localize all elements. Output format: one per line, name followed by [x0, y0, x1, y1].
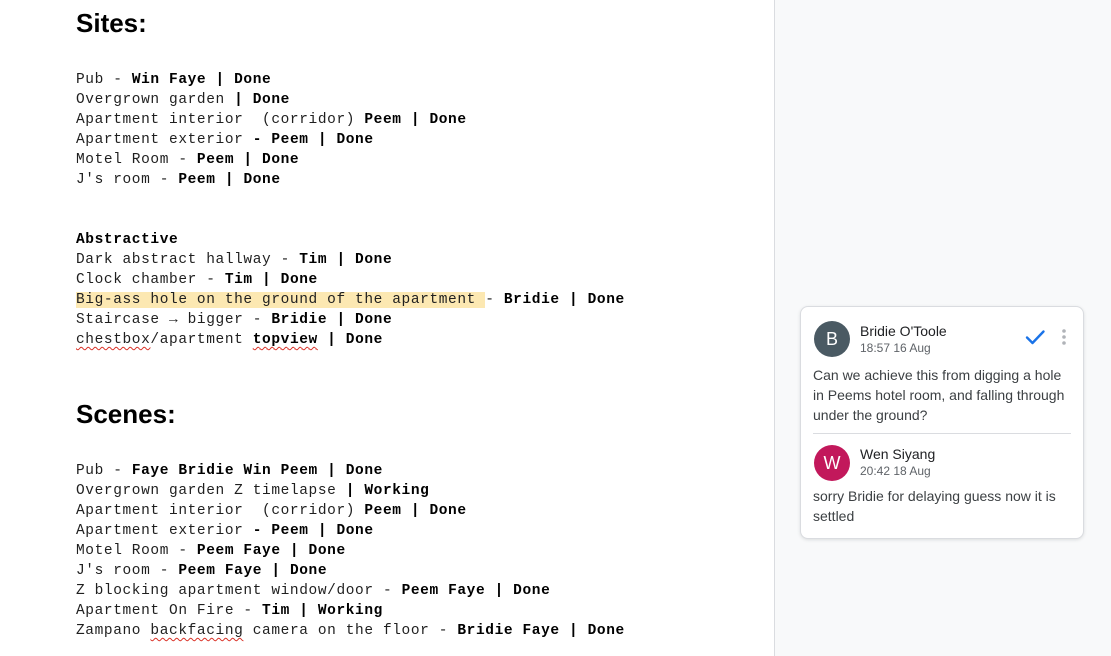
scenes-heading: Scenes:	[76, 399, 176, 429]
reply-author: Wen Siyang	[860, 446, 936, 462]
avatar[interactable]: W	[814, 445, 850, 481]
list-item[interactable]: J's room - Peem | Done	[76, 170, 467, 190]
list-item[interactable]: Apartment interior (corridor) Peem | Don…	[76, 501, 625, 521]
reply-text: sorry Bridie for delaying guess now it i…	[813, 488, 1056, 524]
list-item[interactable]: Apartment exterior - Peem | Done	[76, 130, 467, 150]
reply-timestamp: 20:42 18 Aug	[860, 464, 931, 478]
comment-text: Can we achieve this from digging a hole …	[813, 367, 1065, 423]
misspelled-word[interactable]: chestbox	[76, 332, 150, 348]
checkmark-icon[interactable]	[1024, 326, 1046, 348]
more-vert-icon[interactable]	[1056, 327, 1072, 347]
list-item[interactable]: Clock chamber - Tim | Done	[76, 270, 625, 290]
list-item[interactable]: Zampano backfacing camera on the floor -…	[76, 621, 625, 641]
thread-divider	[813, 433, 1071, 434]
misspelled-word[interactable]: topview	[253, 332, 318, 348]
list-item[interactable]: Staircase → bigger - Bridie | Done	[76, 310, 625, 330]
list-item[interactable]: Dark abstract hallway - Tim | Done	[76, 250, 625, 270]
sites-heading: Sites:	[76, 8, 147, 38]
list-item[interactable]: Overgrown garden | Done	[76, 90, 467, 110]
abstractive-list: Abstractive Dark abstract hallway - Tim …	[76, 230, 625, 350]
scenes-list: Pub - Faye Bridie Win Peem | Done Overgr…	[76, 461, 625, 641]
abstractive-title[interactable]: Abstractive	[76, 230, 625, 250]
list-item[interactable]: Apartment interior (corridor) Peem | Don…	[76, 110, 467, 130]
misspelled-word[interactable]: backfacing	[150, 623, 243, 639]
commented-text-highlight[interactable]: Big-ass hole on the ground of the apartm…	[76, 292, 486, 308]
list-item[interactable]: Overgrown garden Z timelapse | Working	[76, 481, 625, 501]
list-item[interactable]: Pub - Win Faye | Done	[76, 70, 467, 90]
list-item[interactable]: Apartment On Fire - Tim | Working	[76, 601, 625, 621]
sites-list: Pub - Win Faye | Done Overgrown garden |…	[76, 70, 467, 190]
list-item[interactable]: Z blocking apartment window/door - Peem …	[76, 581, 625, 601]
document-page[interactable]: Sites: Pub - Win Faye | Done Overgrown g…	[0, 0, 774, 656]
comment-thread-card[interactable]: B Bridie O'Toole 18:57 16 Aug Can we ach…	[800, 306, 1084, 539]
comment-timestamp: 18:57 16 Aug	[860, 341, 931, 355]
list-item[interactable]: Apartment exterior - Peem | Done	[76, 521, 625, 541]
list-item[interactable]: chestbox/apartment topview | Done	[76, 330, 625, 350]
list-item[interactable]: Motel Room - Peem | Done	[76, 150, 467, 170]
list-item[interactable]: Motel Room - Peem Faye | Done	[76, 541, 625, 561]
avatar[interactable]: B	[814, 321, 850, 357]
comment-author: Bridie O'Toole	[860, 323, 947, 339]
list-item[interactable]: Big-ass hole on the ground of the apartm…	[76, 290, 625, 310]
list-item[interactable]: Pub - Faye Bridie Win Peem | Done	[76, 461, 625, 481]
list-item[interactable]: J's room - Peem Faye | Done	[76, 561, 625, 581]
